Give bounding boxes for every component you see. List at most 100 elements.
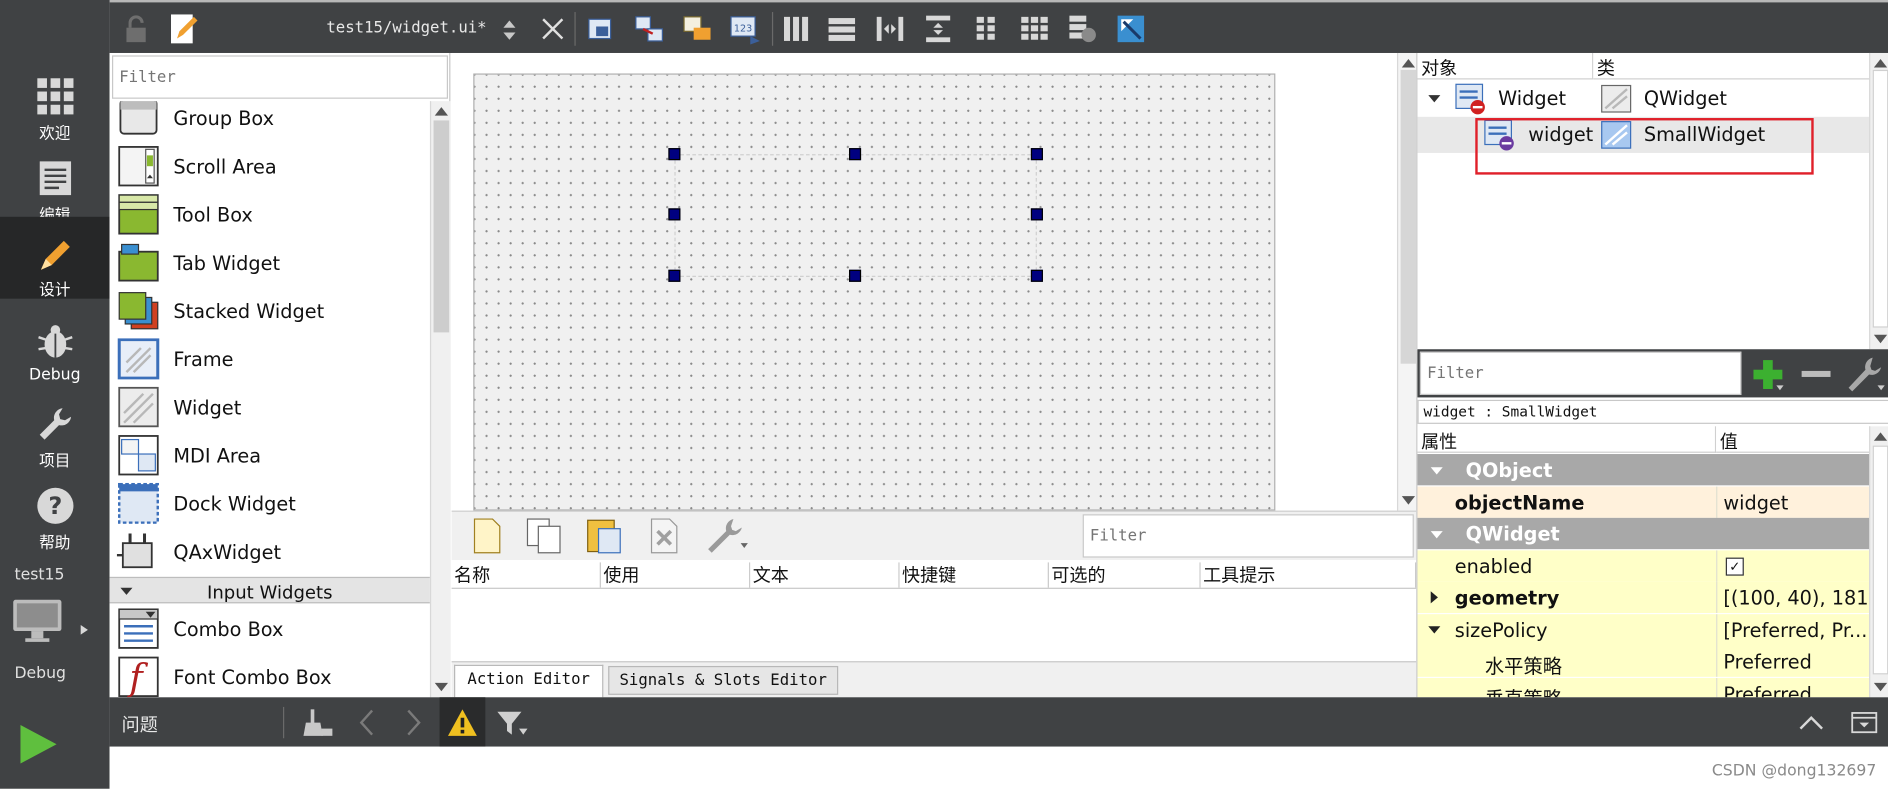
open-file-title[interactable]: test15/widget.ui* bbox=[326, 19, 486, 37]
resize-handle-bl[interactable] bbox=[668, 269, 681, 282]
lock-button[interactable] bbox=[119, 12, 153, 46]
widget-filter-input[interactable] bbox=[111, 55, 448, 99]
remove-dynamic-property-button[interactable] bbox=[1798, 356, 1834, 392]
widget-item-tab-widget[interactable]: Tab Widget bbox=[110, 238, 430, 286]
mode-project[interactable]: 项目 bbox=[0, 390, 110, 472]
layout-vertical-button[interactable] bbox=[825, 12, 859, 46]
previous-issue-button[interactable] bbox=[353, 707, 382, 738]
layout-vertical-splitter-button[interactable] bbox=[921, 12, 955, 46]
edit-signals-slots-button[interactable] bbox=[632, 12, 666, 46]
class-column-header[interactable]: 类 bbox=[1593, 52, 1871, 80]
widget-item-dock-widget[interactable]: Dock Widget bbox=[110, 479, 430, 527]
column-header-tooltip[interactable]: 工具提示 bbox=[1200, 562, 1417, 588]
property-value[interactable]: [Preferred, Pr... bbox=[1723, 618, 1867, 641]
column-header-text[interactable]: 文本 bbox=[750, 562, 900, 588]
column-header-used[interactable]: 使用 bbox=[600, 562, 751, 588]
property-row[interactable]: QObject bbox=[1417, 454, 1871, 486]
property-value[interactable]: Preferred bbox=[1723, 682, 1811, 697]
object-column-header[interactable]: 对象 bbox=[1417, 52, 1594, 80]
canvas-scrollbar[interactable] bbox=[1396, 52, 1418, 511]
property-column-header[interactable]: 属性 bbox=[1417, 426, 1717, 453]
resize-handle-l[interactable] bbox=[668, 208, 681, 221]
widget-item-combo-box[interactable]: Combo Box bbox=[110, 605, 430, 653]
widget-item-group-box[interactable]: Group Box bbox=[110, 101, 430, 142]
layout-grid-button[interactable] bbox=[1018, 12, 1052, 46]
resize-handle-tl[interactable] bbox=[668, 148, 681, 161]
property-value[interactable]: [(100, 40), 181... bbox=[1723, 586, 1870, 609]
warnings-filter-toggle[interactable] bbox=[439, 697, 486, 747]
enabled-checkbox[interactable]: ✓ bbox=[1725, 556, 1744, 576]
collapsed-arrow-icon[interactable] bbox=[1427, 590, 1441, 604]
resize-handle-r[interactable] bbox=[1030, 208, 1043, 221]
widget-item-qaxwidget[interactable]: QAxWidget bbox=[110, 527, 430, 575]
expand-arrow-icon[interactable] bbox=[1427, 622, 1441, 636]
property-row[interactable]: 水平策略 Preferred bbox=[1417, 645, 1871, 678]
resize-handle-b[interactable] bbox=[849, 269, 862, 282]
column-header-name[interactable]: 名称 bbox=[451, 562, 601, 588]
layout-horizontal-splitter-button[interactable] bbox=[873, 12, 907, 46]
property-value[interactable]: Preferred bbox=[1723, 650, 1811, 673]
mode-welcome[interactable]: 欢迎 bbox=[0, 63, 110, 145]
file-dropdown-arrows[interactable] bbox=[502, 19, 516, 41]
maximize-pane-button[interactable] bbox=[1796, 709, 1827, 735]
add-dynamic-property-button[interactable] bbox=[1750, 356, 1786, 392]
widget-item-scroll-area[interactable]: Scroll Area bbox=[110, 142, 430, 190]
widget-item-font-combo-box[interactable]: f Font Combo Box bbox=[110, 653, 430, 698]
widget-category-input-widgets[interactable]: Input Widgets bbox=[109, 576, 430, 604]
filter-issues-button[interactable] bbox=[495, 709, 529, 738]
tab-signals-slots-editor[interactable]: Signals & Slots Editor bbox=[608, 665, 839, 695]
column-header-checkable[interactable]: 可选的 bbox=[1048, 562, 1201, 588]
widget-item-mdi-area[interactable]: MDI Area bbox=[110, 431, 430, 479]
property-row[interactable]: sizePolicy [Preferred, Pr... bbox=[1417, 613, 1871, 645]
widget-item-widget[interactable]: Widget bbox=[110, 383, 430, 431]
widget-item-tool-box[interactable]: Tool Box bbox=[110, 190, 430, 238]
object-scroll-thumb[interactable] bbox=[1872, 69, 1888, 328]
property-row[interactable]: geometry [(100, 40), 181... bbox=[1417, 581, 1871, 613]
clear-issues-button[interactable] bbox=[300, 707, 334, 738]
edit-buddies-button[interactable] bbox=[680, 12, 714, 46]
property-row[interactable]: QWidget bbox=[1417, 517, 1871, 550]
property-value[interactable]: widget bbox=[1723, 491, 1788, 514]
collapse-arrow-icon[interactable] bbox=[1430, 466, 1444, 476]
adjust-size-button[interactable] bbox=[1114, 12, 1148, 46]
object-inspector-scrollbar[interactable] bbox=[1869, 52, 1888, 350]
run-button[interactable] bbox=[17, 723, 60, 766]
copy-action-button[interactable] bbox=[524, 517, 565, 556]
new-action-button[interactable] bbox=[468, 517, 504, 556]
canvas-scroll-thumb[interactable] bbox=[1400, 69, 1417, 364]
property-scrollbar[interactable] bbox=[1869, 426, 1888, 698]
column-header-shortcut[interactable]: 快捷键 bbox=[899, 562, 1049, 588]
kit-selector[interactable] bbox=[12, 597, 96, 645]
resize-handle-br[interactable] bbox=[1030, 269, 1043, 282]
resize-handle-tr[interactable] bbox=[1030, 148, 1043, 161]
paste-action-button[interactable] bbox=[584, 517, 625, 556]
delete-action-button[interactable] bbox=[647, 517, 683, 556]
close-document-button[interactable] bbox=[536, 12, 570, 46]
property-row[interactable]: 垂直策略 Preferred bbox=[1417, 677, 1871, 698]
issues-pane-title[interactable]: 问题 bbox=[122, 712, 158, 737]
property-row[interactable]: enabled ✓ bbox=[1417, 549, 1871, 582]
tab-action-editor[interactable]: Action Editor bbox=[454, 664, 604, 698]
property-scroll-thumb[interactable] bbox=[1872, 445, 1888, 675]
widget-box-scroll-thumb[interactable] bbox=[433, 120, 450, 333]
widget-box-scrollbar[interactable] bbox=[429, 101, 451, 698]
mode-debug[interactable]: Debug bbox=[0, 308, 110, 390]
break-layout-button[interactable] bbox=[1066, 12, 1100, 46]
action-filter-input[interactable] bbox=[1082, 514, 1414, 558]
widget-item-stacked-widget[interactable]: Stacked Widget bbox=[110, 287, 430, 335]
property-filter-input[interactable] bbox=[1419, 351, 1742, 396]
layout-horizontal-button[interactable] bbox=[779, 12, 813, 46]
next-issue-button[interactable] bbox=[399, 707, 428, 738]
mode-help[interactable]: ? 帮助 bbox=[0, 472, 110, 554]
collapse-arrow-icon[interactable] bbox=[1430, 530, 1444, 540]
edit-widgets-button[interactable] bbox=[584, 12, 618, 46]
selected-widget[interactable] bbox=[674, 154, 1037, 277]
layout-form-button[interactable] bbox=[969, 12, 1003, 46]
property-row[interactable]: objectName widget bbox=[1417, 485, 1871, 518]
mode-edit[interactable]: 编辑 bbox=[0, 145, 110, 227]
close-pane-button[interactable] bbox=[1849, 709, 1880, 735]
designer-form[interactable] bbox=[473, 73, 1276, 511]
configure-action-button[interactable] bbox=[705, 517, 751, 556]
edit-tab-order-button[interactable]: 123 bbox=[729, 12, 763, 46]
resize-handle-t[interactable] bbox=[849, 148, 862, 161]
